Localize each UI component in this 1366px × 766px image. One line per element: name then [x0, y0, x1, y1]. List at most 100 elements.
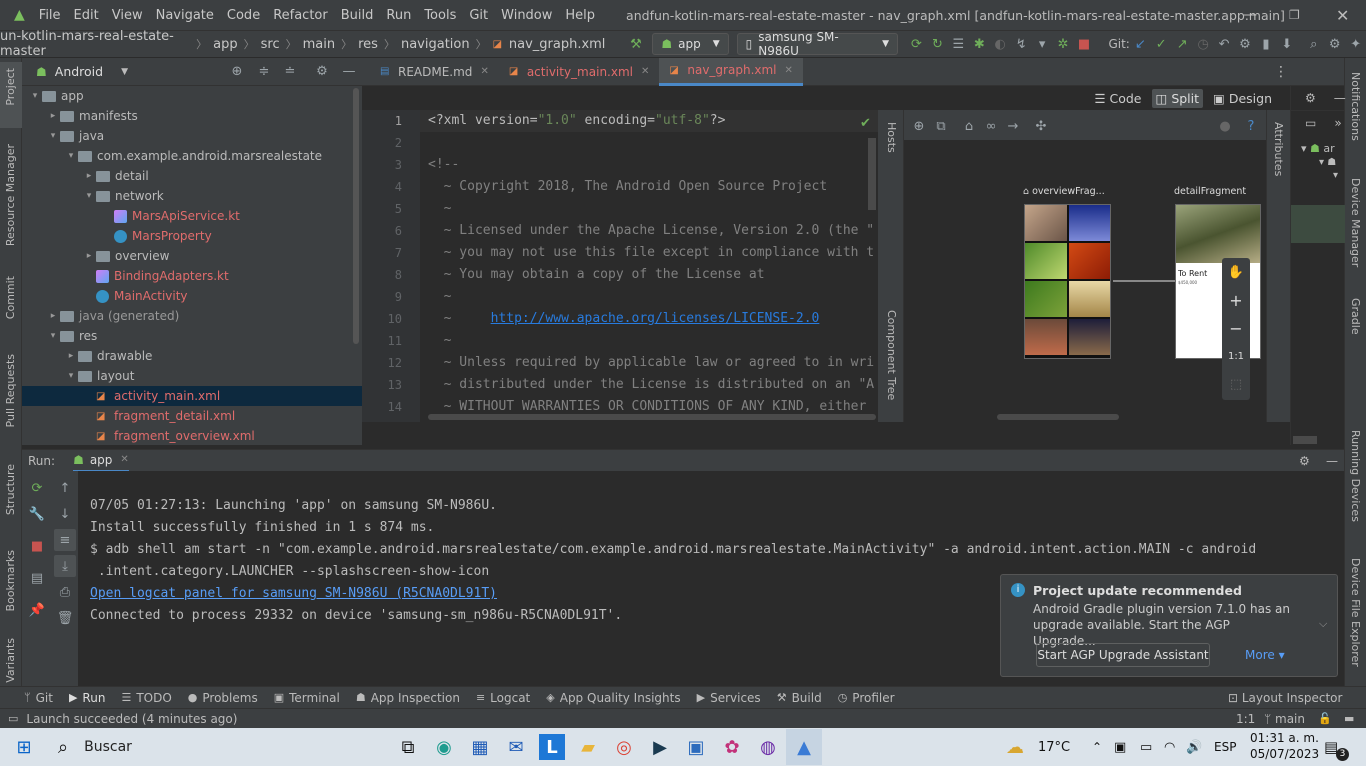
- git-push-icon[interactable]: ↗: [1172, 33, 1193, 55]
- breadcrumb-item[interactable]: app: [213, 37, 237, 52]
- caret-position[interactable]: 1:1: [1236, 712, 1255, 726]
- profile-icon[interactable]: ◐: [990, 33, 1011, 55]
- close-tab-icon[interactable]: ✕: [120, 454, 128, 465]
- tool-window-run[interactable]: ▶ Run: [69, 691, 105, 705]
- zoom-in-icon[interactable]: +: [1222, 286, 1250, 314]
- canvas-horizontal-scrollbar[interactable]: [997, 414, 1119, 420]
- tree-scrollbar[interactable]: [353, 88, 359, 344]
- device-manager-icon[interactable]: ⚙: [1235, 33, 1256, 55]
- tool-window-build[interactable]: ⚒ Build: [777, 691, 822, 705]
- locate-file-icon[interactable]: ⊕: [226, 61, 248, 83]
- tree-item[interactable]: ▾ app: [22, 86, 362, 106]
- start-agp-upgrade-button[interactable]: Start AGP Upgrade Assistant: [1036, 643, 1210, 667]
- menu-item-git[interactable]: Git: [469, 8, 488, 23]
- tree-item[interactable]: ▾ java: [22, 126, 362, 146]
- attach-process-icon[interactable]: ✲: [1053, 33, 1074, 55]
- breadcrumb-item[interactable]: res: [358, 37, 378, 52]
- tool-window-app-quality-insights[interactable]: ◈ App Quality Insights: [546, 691, 680, 705]
- settings-gear-icon[interactable]: ⚙: [1305, 91, 1316, 105]
- expand-arrow-icon[interactable]: ▸: [46, 111, 60, 121]
- soft-wrap-icon[interactable]: ≡: [54, 529, 76, 551]
- attach-debugger-icon[interactable]: ↯: [1011, 33, 1032, 55]
- device-mirror-icon[interactable]: ▮: [1255, 33, 1276, 55]
- deep-link-icon[interactable]: ∞: [980, 115, 1002, 137]
- close-tab-icon[interactable]: ✕: [480, 66, 488, 77]
- expand-arrow-icon[interactable]: ▸: [82, 251, 96, 261]
- tree-item[interactable]: ◪ activity_main.xml: [22, 386, 362, 406]
- breadcrumb-item[interactable]: src: [261, 37, 280, 52]
- add-action-icon[interactable]: →: [1002, 115, 1024, 137]
- tool-window-terminal[interactable]: ▣ Terminal: [274, 691, 340, 705]
- github-desktop-icon[interactable]: ◍: [750, 729, 786, 765]
- expand-arrow-icon[interactable]: ▸: [64, 351, 78, 361]
- tool-window-problems[interactable]: ● Problems: [188, 691, 258, 705]
- file-explorer-icon[interactable]: ▰: [570, 729, 606, 765]
- menu-item-refactor[interactable]: Refactor: [273, 8, 328, 23]
- taskbar-search[interactable]: ⌕ Buscar: [50, 728, 330, 766]
- terminal-app-icon[interactable]: ▶: [642, 729, 678, 765]
- menu-item-run[interactable]: Run: [386, 8, 411, 23]
- layout-icon[interactable]: ▭: [1305, 116, 1316, 130]
- home-icon[interactable]: ⌂: [958, 115, 980, 137]
- component-tree-tab[interactable]: Component Tree: [885, 310, 898, 400]
- expand-right-icon[interactable]: »: [1334, 116, 1341, 130]
- menu-item-navigate[interactable]: Navigate: [156, 8, 214, 23]
- expand-arrow-icon[interactable]: ▸: [82, 171, 96, 181]
- menu-item-code[interactable]: Code: [227, 8, 260, 23]
- tree-item[interactable]: BindingAdapters.kt: [22, 266, 362, 286]
- tool-window-profiler[interactable]: ◷ Profiler: [838, 691, 895, 705]
- more-actions-link[interactable]: More ▾: [1245, 648, 1285, 662]
- tool-window-services[interactable]: ▶ Services: [697, 691, 761, 705]
- expand-arrow-icon[interactable]: ▾: [64, 151, 78, 161]
- hosts-tab[interactable]: Hosts: [885, 122, 898, 153]
- hide-pane-icon[interactable]: —: [1334, 91, 1346, 105]
- tree-item[interactable]: ◪ fragment_overview.xml: [22, 426, 362, 446]
- zoom-fit-icon[interactable]: ⬚: [1222, 370, 1250, 398]
- scroll-down-icon[interactable]: ↓: [54, 503, 76, 525]
- bookmarks-tool-tab[interactable]: Bookmarks: [4, 550, 17, 611]
- clock-date[interactable]: 05/07/2023: [1250, 747, 1319, 761]
- tree-item[interactable]: ▸ manifests: [22, 106, 362, 126]
- layout-inspector-button[interactable]: ⊡ Layout Inspector: [1228, 691, 1342, 705]
- print-icon[interactable]: ⎙: [54, 581, 76, 603]
- tree-item[interactable]: ◪ fragment_detail.xml: [22, 406, 362, 426]
- scroll-to-end-icon[interactable]: ⤓: [54, 555, 76, 577]
- temperature-label[interactable]: 17°C: [1038, 740, 1070, 755]
- menu-item-build[interactable]: Build: [341, 8, 374, 23]
- layout-icon[interactable]: ▤: [26, 567, 48, 589]
- task-view-icon[interactable]: ⧉: [390, 729, 426, 765]
- tree-item[interactable]: ▾ network: [22, 186, 362, 206]
- tree-item[interactable]: ▸ overview: [22, 246, 362, 266]
- collapse-all-icon[interactable]: ≐: [279, 61, 301, 83]
- pin-icon[interactable]: 📌: [26, 599, 48, 621]
- settings-gear-icon[interactable]: ⚙: [1299, 454, 1310, 468]
- clock-time[interactable]: 01:31 a. m.: [1250, 731, 1319, 745]
- tool-window-logcat[interactable]: ≡ Logcat: [476, 691, 530, 705]
- wrench-icon[interactable]: 🔧: [26, 503, 48, 525]
- git-history-icon[interactable]: ◷: [1193, 33, 1214, 55]
- commit-tool-tab[interactable]: Commit: [4, 276, 17, 319]
- hide-pane-icon[interactable]: —: [338, 61, 360, 83]
- git-commit-icon[interactable]: ✓: [1151, 33, 1172, 55]
- build-hammer-icon[interactable]: ⚒: [625, 33, 646, 55]
- menu-item-view[interactable]: View: [112, 8, 143, 23]
- menu-item-tools[interactable]: Tools: [424, 8, 456, 23]
- notifications-tool-tab[interactable]: Notifications: [1349, 72, 1362, 141]
- device-file-explorer-tool-tab[interactable]: Device File Explorer: [1349, 558, 1362, 667]
- close-window-button[interactable]: ✕: [1336, 6, 1349, 25]
- run-tab-app[interactable]: ☗ app ✕: [73, 450, 129, 472]
- code-token[interactable]: http://www.apache.org/licenses/LICENSE-2…: [491, 311, 820, 326]
- resource-manager-tool-tab[interactable]: Resource Manager: [4, 144, 17, 246]
- volume-icon[interactable]: 🔊: [1186, 740, 1202, 755]
- weather-icon[interactable]: ☁: [1006, 737, 1024, 758]
- tree-item[interactable]: ▸ detail: [22, 166, 362, 186]
- settings-gear-icon[interactable]: ⚙: [1324, 33, 1345, 55]
- auto-arrange-icon[interactable]: ✣: [1030, 115, 1052, 137]
- overview-fragment-preview[interactable]: [1024, 204, 1111, 359]
- menu-item-window[interactable]: Window: [501, 8, 552, 23]
- variants-tool-tab[interactable]: Variants: [4, 638, 17, 683]
- restore-button[interactable]: ❐: [1289, 8, 1300, 22]
- tree-item[interactable]: ▸ java (generated): [22, 306, 362, 326]
- tree-item[interactable]: MarsApiService.kt: [22, 206, 362, 226]
- git-rollback-icon[interactable]: ↶: [1214, 33, 1235, 55]
